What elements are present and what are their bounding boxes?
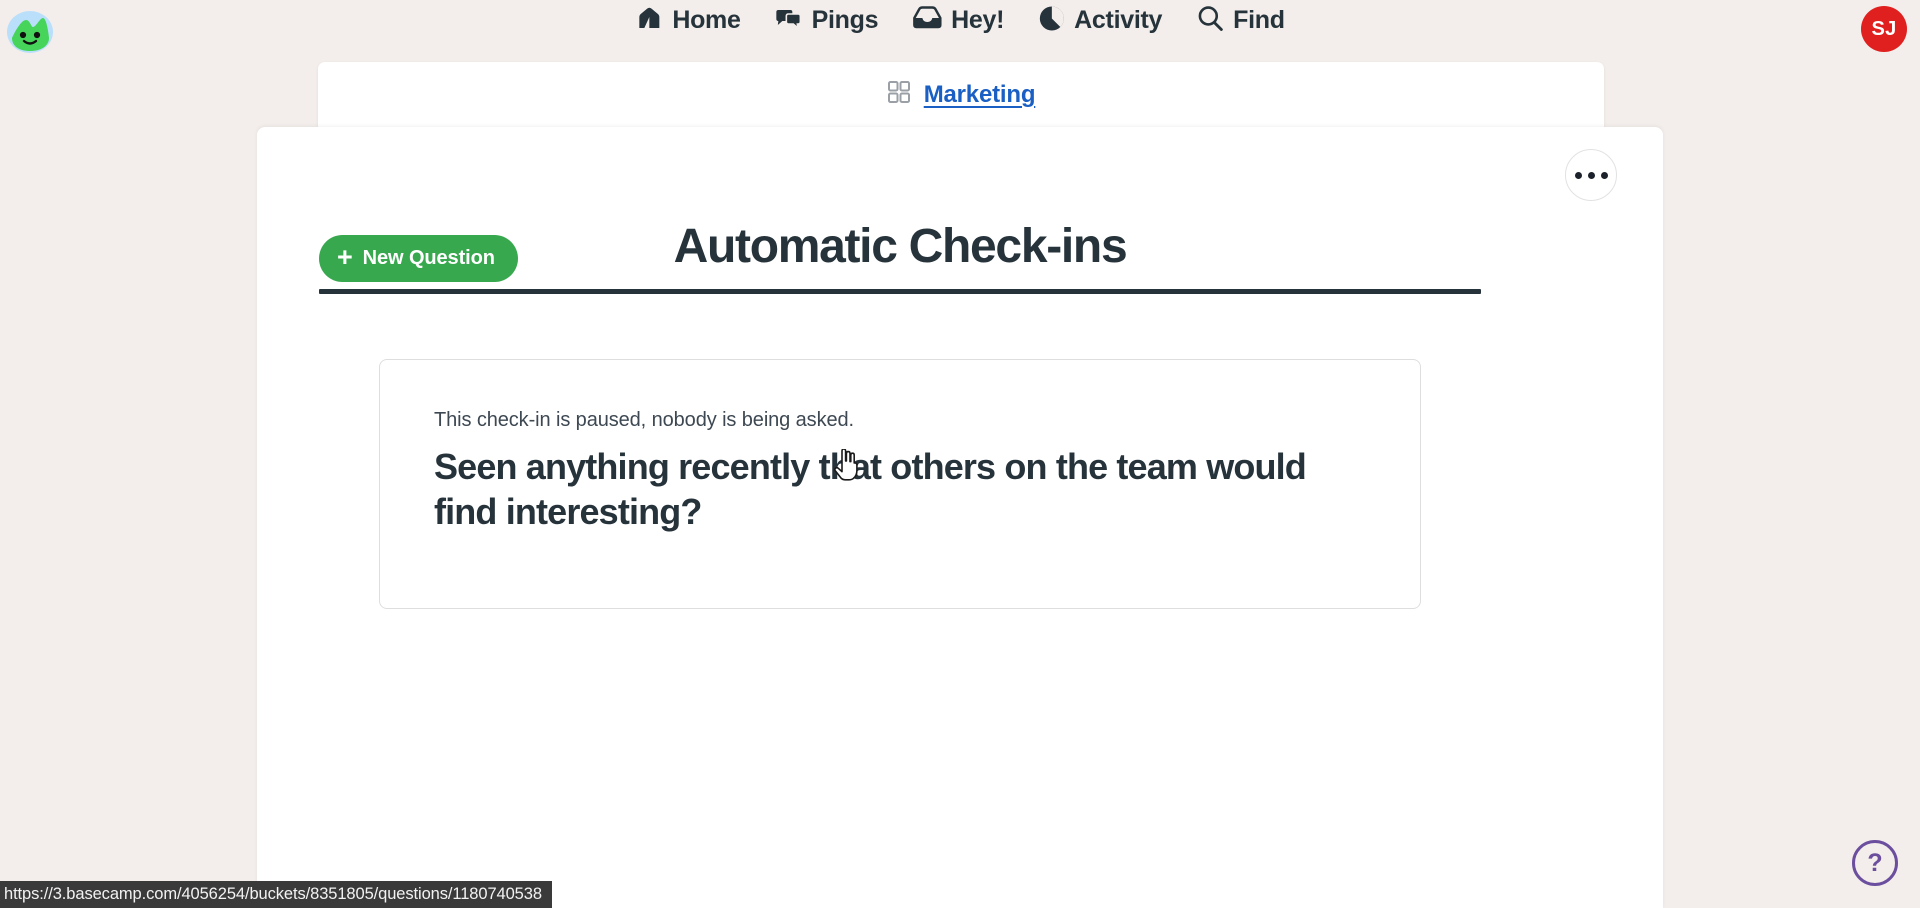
avatar-initials: SJ [1871,17,1897,40]
check-in-question-text[interactable]: Seen anything recently that others on th… [434,444,1314,534]
top-navigation-bar: Home Pings Hey! Activity Find SJ [0,0,1920,58]
grid-squares-icon [887,80,911,109]
breadcrumb-link-marketing[interactable]: Marketing [924,81,1036,109]
help-question-mark-icon: ? [1867,848,1883,877]
nav-item-pings[interactable]: Pings [775,4,879,37]
nav-item-activity[interactable]: Activity [1038,5,1162,37]
nav-item-hey-label: Hey! [951,6,1005,34]
title-divider [319,289,1481,294]
avatar[interactable]: SJ [1861,6,1907,52]
breadcrumb: Marketing [318,80,1604,109]
hey-inbox-icon [912,5,942,36]
check-in-question-card[interactable]: This check-in is paused, nobody is being… [379,359,1421,609]
nav-item-home-label: Home [672,6,741,34]
page-title: Automatic Check-ins [673,220,1128,273]
basecamp-logo-icon[interactable] [6,6,54,54]
nav-item-home[interactable]: Home [635,4,741,37]
home-icon [635,4,663,37]
nav-item-hey[interactable]: Hey! [912,5,1004,36]
status-bar-url: https://3.basecamp.com/4056254/buckets/8… [0,881,552,908]
nav-item-pings-label: Pings [811,6,879,34]
check-in-status-text: This check-in is paused, nobody is being… [434,409,854,431]
nav-item-find-label: Find [1233,6,1285,34]
nav-item-find[interactable]: Find [1196,4,1285,37]
help-button[interactable]: ? [1852,840,1898,886]
content-panel: + New Question Automatic Check-ins This … [257,127,1663,908]
activity-pie-icon [1038,5,1065,37]
ellipsis-icon-dot [1600,171,1608,179]
main-nav: Home Pings Hey! Activity Find [635,4,1285,37]
pings-icon [775,4,803,37]
ellipsis-icon-dot [1574,171,1582,179]
search-icon [1196,4,1224,37]
more-menu-button[interactable] [1565,149,1617,201]
ellipsis-icon-dot [1587,171,1595,179]
status-bar-url-text: https://3.basecamp.com/4056254/buckets/8… [4,885,542,903]
nav-item-activity-label: Activity [1074,6,1163,34]
